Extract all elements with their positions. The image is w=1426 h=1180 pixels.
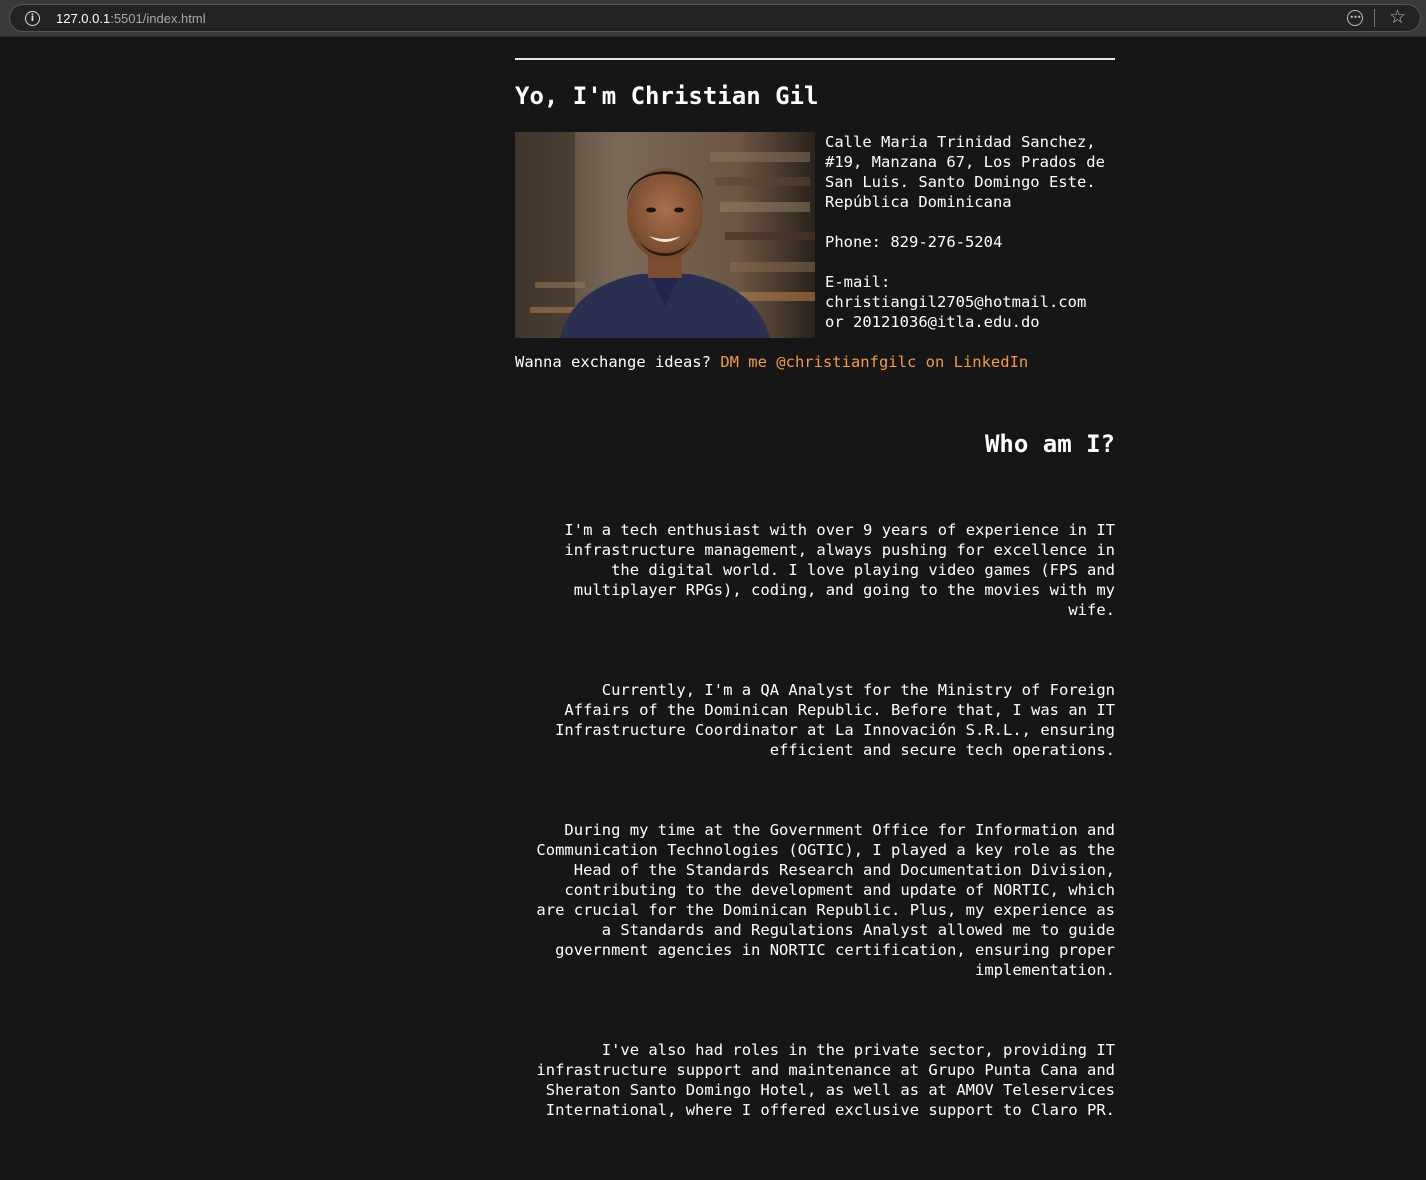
bio-paragraph: I'm a tech enthusiast with over 9 years …	[564, 521, 1115, 619]
about-heading: Who am I?	[984, 430, 1115, 458]
dm-prefix: Wanna exchange ideas?	[515, 353, 721, 371]
bio-paragraph: Currently, I'm a QA Analyst for the Mini…	[555, 681, 1115, 759]
address-bar[interactable]: i 127.0.0.1:5501/index.html ••• ☆	[9, 4, 1421, 32]
browser-toolbar: i 127.0.0.1:5501/index.html ••• ☆	[0, 0, 1426, 37]
url-text[interactable]: 127.0.0.1:5501/index.html	[56, 11, 206, 26]
url-host: 127.0.0.1	[56, 11, 111, 26]
bio-paragraph: During my time at the Government Office …	[536, 821, 1115, 979]
page-title: Yo, I'm Christian Gil	[515, 82, 819, 110]
bio-paragraph: I've also had roles in the private secto…	[536, 1041, 1115, 1119]
toolbar-divider	[1374, 9, 1375, 27]
info-icon[interactable]: i	[25, 11, 40, 26]
url-path: :5501/index.html	[110, 11, 206, 26]
main-content: Yo, I'm Christian Gil Calle Maria Trinid…	[515, 58, 1115, 1119]
profile-photo	[515, 132, 815, 338]
linkedin-link[interactable]: DM me @christianfgilc on LinkedIn	[720, 353, 1028, 371]
extensions-icon[interactable]: •••	[1347, 10, 1363, 26]
bio-section: I'm a tech enthusiast with over 9 years …	[515, 480, 1115, 1180]
top-divider	[515, 58, 1115, 60]
bookmark-star-icon[interactable]: ☆	[1389, 6, 1406, 28]
dm-line: Wanna exchange ideas? DM me @christianfg…	[515, 352, 1135, 372]
contact-info: Calle Maria Trinidad Sanchez, #19, Manza…	[825, 133, 1105, 331]
